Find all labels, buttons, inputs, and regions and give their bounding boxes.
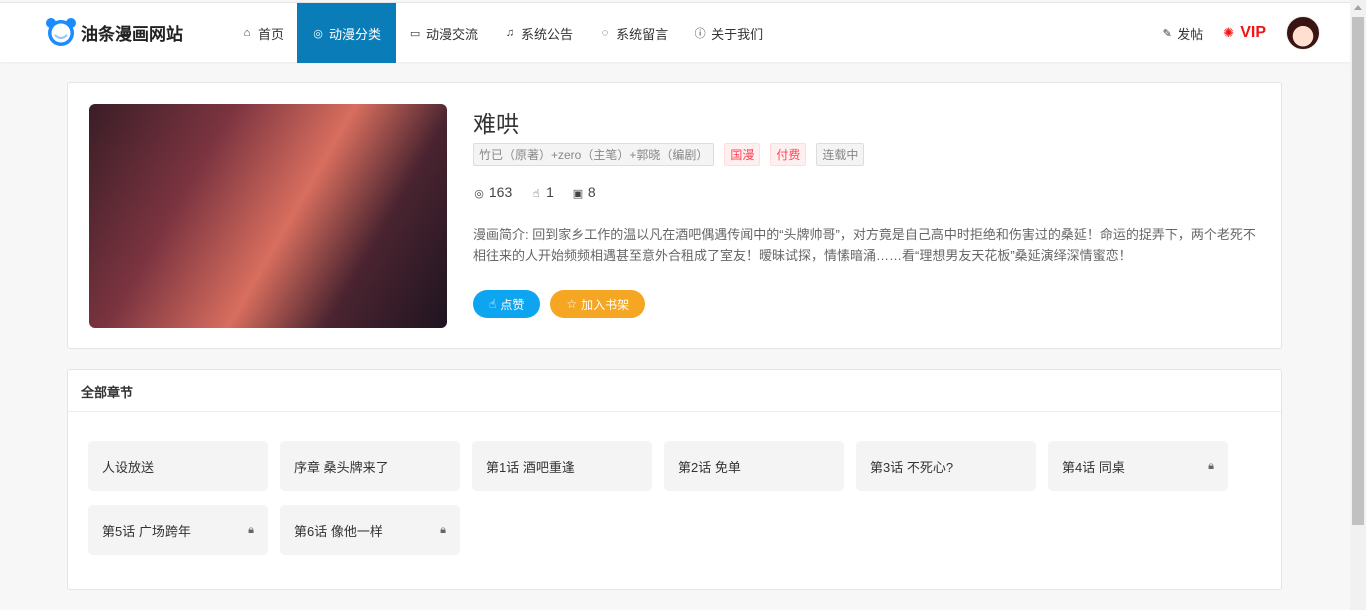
- shelf-label: 加入书架: [581, 297, 630, 312]
- chapter-title: 第6话 像他一样: [294, 523, 383, 539]
- star-icon: ☆: [566, 297, 578, 311]
- chapter-item[interactable]: 第6话 像他一样 🔒︎: [280, 505, 460, 555]
- thumb-up-icon: ☝: [489, 297, 497, 311]
- chapters-heading: 全部章节: [68, 370, 1281, 412]
- thumb-up-icon: ☝: [532, 188, 540, 200]
- chapters-stat: ▣ 8: [572, 184, 596, 200]
- site-logo[interactable]: 油条漫画网站: [45, 17, 183, 47]
- authors-tag: 竹已（原著）+zero（主笔）+郭晓（编剧）: [473, 143, 715, 166]
- chapter-item[interactable]: 第2话 免单: [664, 441, 844, 491]
- page-scrollbar[interactable]: [1350, 0, 1366, 610]
- book-icon: ▣: [572, 188, 584, 200]
- status-tag: 连载中: [816, 143, 865, 166]
- comic-title: 难哄: [473, 111, 519, 137]
- nav-item-0[interactable]: ⌂ 首页: [228, 3, 297, 63]
- eye-icon: ◎: [474, 188, 484, 200]
- lock-icon: 🔒︎: [440, 523, 446, 536]
- paid-tag: 付费: [770, 143, 807, 166]
- nav-item-1[interactable]: ◎ 动漫分类: [297, 3, 397, 63]
- chapter-title: 第2话 免单: [678, 459, 741, 475]
- chapter-item[interactable]: 第1话 酒吧重逢: [472, 441, 652, 491]
- chapters-count: 8: [587, 184, 596, 200]
- sparkle-icon: ✺: [1223, 25, 1235, 40]
- likes-stat: ☝ 1: [530, 184, 554, 200]
- comic-description: 漫画简介: 回到家乡工作的温以凡在酒吧偶遇传闻中的“头牌帅哥”，对方竟是自己高中…: [473, 227, 1256, 263]
- views-count: 163: [488, 184, 513, 200]
- chapter-title: 第3话 不死心?: [870, 459, 954, 475]
- chapter-title: 第4话 同桌: [1062, 459, 1125, 475]
- chapter-title: 序章 桑头牌来了: [294, 459, 389, 475]
- comic-info-card: 难哄 竹已（原著）+zero（主笔）+郭晓（编剧） 国漫 付费 连载中 ◎ 16…: [67, 82, 1282, 349]
- scrollbar-thumb[interactable]: [1352, 17, 1364, 525]
- like-button[interactable]: ☝ 点赞: [473, 290, 541, 318]
- chapter-item[interactable]: 人设放送: [88, 441, 268, 491]
- views-stat: ◎ 163: [473, 184, 512, 200]
- lock-icon: 🔒︎: [1208, 459, 1214, 472]
- nav-item-3[interactable]: ♫ 系统公告: [491, 3, 586, 63]
- edit-icon: ✎: [1162, 27, 1172, 40]
- chat-icon: ▭: [409, 27, 421, 40]
- region-tag: 国漫: [724, 143, 761, 166]
- top-nav-bar: 油条漫画网站 ⌂ 首页 ◎ 动漫分类 ▭ 动漫交流 ♫ 系统公告 ◌ 系统留言 ⓘ 关于我们 ✎ 发帖 …: [0, 2, 1350, 63]
- nav-label: 动漫分类: [329, 26, 382, 42]
- chapter-title: 人设放送: [102, 459, 155, 475]
- likes-count: 1: [546, 184, 554, 200]
- chapter-item[interactable]: 序章 桑头牌来了: [280, 441, 460, 491]
- home-icon: ⌂: [243, 27, 251, 39]
- post-label: 发帖: [1177, 26, 1204, 42]
- chapter-title: 第1话 酒吧重逢: [486, 459, 575, 475]
- post-button[interactable]: ✎ 发帖: [1161, 24, 1204, 43]
- add-to-shelf-button[interactable]: ☆ 加入书架: [550, 290, 646, 318]
- vip-label: VIP: [1240, 24, 1266, 41]
- nav-label: 系统公告: [521, 26, 574, 42]
- nav-label: 动漫交流: [426, 26, 479, 42]
- scroll-up-arrow-icon[interactable]: [1354, 5, 1362, 10]
- vip-button[interactable]: ✺ VIP: [1223, 24, 1266, 42]
- chapters-card: 全部章节 人设放送 序章 桑头牌来了 第1话 酒吧重逢 第2话 免单 第3话 不死心? 第…: [67, 369, 1282, 590]
- nav-label: 关于我们: [711, 26, 764, 42]
- bell-icon: ♫: [505, 27, 515, 39]
- nav-label: 首页: [258, 26, 285, 42]
- info-icon: ⓘ: [694, 28, 706, 40]
- lock-icon: 🔒︎: [248, 523, 254, 536]
- chapter-title: 第5话 广场跨年: [102, 523, 191, 539]
- chapter-item[interactable]: 第4话 同桌 🔒︎: [1048, 441, 1228, 491]
- nav-item-5[interactable]: ⓘ 关于我们: [681, 3, 776, 63]
- site-name: 油条漫画网站: [81, 24, 183, 44]
- nav-label: 系统留言: [616, 26, 669, 42]
- bear-logo-icon: [46, 18, 76, 46]
- comic-cover-image: [89, 104, 447, 328]
- like-label: 点赞: [500, 297, 525, 312]
- chapter-item[interactable]: 第3话 不死心?: [856, 441, 1036, 491]
- message-icon: ◌: [601, 27, 609, 39]
- compass-icon: ◎: [313, 27, 323, 40]
- nav-item-2[interactable]: ▭ 动漫交流: [396, 3, 491, 63]
- nav-item-4[interactable]: ◌ 系统留言: [586, 3, 681, 63]
- chapter-item[interactable]: 第5话 广场跨年 🔒︎: [88, 505, 268, 555]
- user-avatar[interactable]: [1286, 16, 1320, 50]
